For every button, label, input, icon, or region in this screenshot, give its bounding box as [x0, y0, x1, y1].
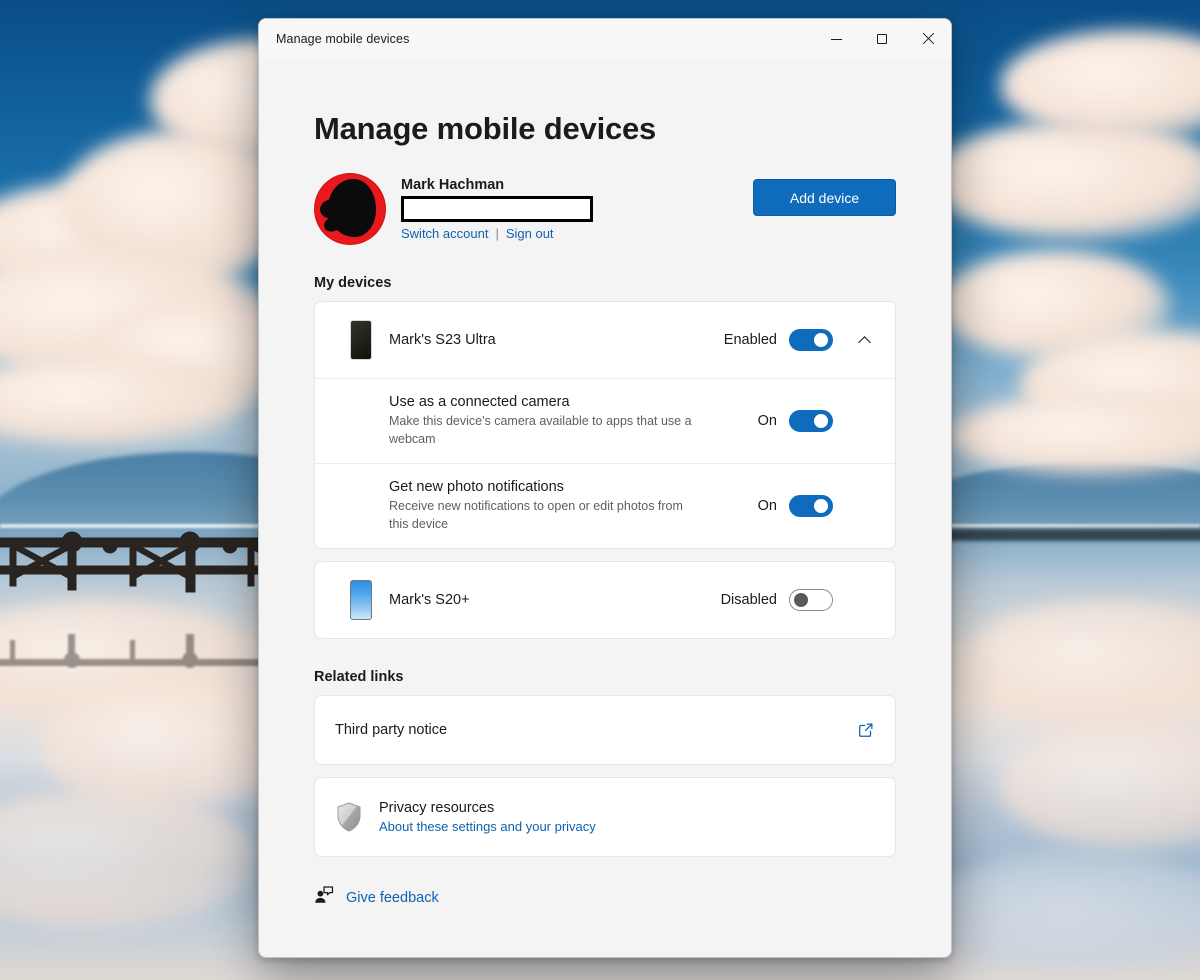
- setting-controls: On: [721, 410, 877, 432]
- window-title: Manage mobile devices: [276, 32, 410, 46]
- avatar[interactable]: [314, 173, 386, 245]
- device-info: Mark's S23 Ultra: [389, 332, 721, 348]
- phone-blue-icon: [333, 580, 389, 620]
- privacy-resources-card: Privacy resources About these settings a…: [314, 777, 896, 857]
- close-button[interactable]: [905, 19, 951, 59]
- device-card-s20-plus: Mark's S20+ Disabled: [314, 561, 896, 639]
- device-row[interactable]: Mark's S20+ Disabled: [315, 562, 895, 638]
- device-card-s23-ultra: Mark's S23 Ultra Enabled Use as a connec…: [314, 301, 896, 549]
- setting-title: Get new photo notifications: [389, 478, 564, 495]
- maximize-icon: [877, 34, 887, 44]
- setting-description: Receive new notifications to open or edi…: [389, 498, 683, 531]
- setting-toggle[interactable]: [789, 410, 833, 432]
- wallpaper-pier-reflection: [0, 634, 290, 668]
- link-separator: |: [495, 226, 499, 241]
- device-controls: Disabled: [721, 589, 877, 611]
- window-content: Manage mobile devices Mark Hachman Switc…: [259, 111, 951, 910]
- setting-title: Use as a connected camera: [389, 393, 570, 410]
- wallpaper-far-bank: [930, 529, 1200, 541]
- device-name: Mark's S20+: [389, 592, 470, 608]
- give-feedback-label: Give feedback: [346, 889, 439, 906]
- window-controls: [813, 19, 951, 59]
- privacy-title: Privacy resources: [379, 800, 495, 816]
- window-titlebar: Manage mobile devices: [259, 19, 951, 59]
- chevron-up-icon[interactable]: [851, 327, 877, 353]
- minimize-button[interactable]: [813, 19, 859, 59]
- setting-info: Use as a connected camera Make this devi…: [389, 394, 721, 448]
- maximize-button[interactable]: [859, 19, 905, 59]
- setting-description: Make this device's camera available to a…: [389, 413, 692, 446]
- feedback-icon: [314, 885, 334, 910]
- setting-toggle[interactable]: [789, 495, 833, 517]
- privacy-text: Privacy resources About these settings a…: [379, 800, 596, 834]
- privacy-resources-row[interactable]: Privacy resources About these settings a…: [315, 778, 895, 856]
- external-link-icon: [857, 721, 875, 739]
- account-name: Mark Hachman: [401, 177, 505, 193]
- setting-info: Get new photo notifications Receive new …: [389, 479, 721, 533]
- device-toggle[interactable]: [789, 589, 833, 611]
- my-devices-heading: My devices: [314, 275, 392, 291]
- privacy-link[interactable]: About these settings and your privacy: [379, 819, 596, 834]
- third-party-notice-row[interactable]: Third party notice: [315, 696, 895, 764]
- minimize-icon: [830, 38, 842, 40]
- app-window: Manage mobile devices Manage mobile devi…: [258, 18, 952, 958]
- switch-account-link[interactable]: Switch account: [401, 226, 488, 241]
- setting-row-connected-camera: Use as a connected camera Make this devi…: [315, 378, 895, 463]
- redacted-email-field: [401, 196, 593, 222]
- account-links: Switch account | Sign out: [401, 226, 593, 241]
- page-title: Manage mobile devices: [314, 111, 657, 146]
- third-party-notice-label: Third party notice: [335, 722, 448, 738]
- device-controls: Enabled: [721, 327, 877, 353]
- desktop-wallpaper: Manage mobile devices Manage mobile devi…: [0, 0, 1200, 980]
- give-feedback-row[interactable]: Give feedback: [314, 885, 896, 910]
- device-state-label: Enabled: [723, 332, 777, 348]
- setting-state-label: On: [757, 413, 777, 429]
- device-info: Mark's S20+: [389, 592, 721, 608]
- related-links-heading: Related links: [314, 669, 404, 685]
- setting-controls: On: [721, 495, 877, 517]
- setting-state-label: On: [757, 498, 777, 514]
- device-row[interactable]: Mark's S23 Ultra Enabled: [315, 302, 895, 378]
- account-details: Mark Hachman Switch account | Sign out: [401, 173, 593, 241]
- setting-row-photo-notifications: Get new photo notifications Receive new …: [315, 463, 895, 548]
- device-name: Mark's S23 Ultra: [389, 332, 496, 348]
- device-toggle[interactable]: [789, 329, 833, 351]
- sign-out-link[interactable]: Sign out: [506, 226, 554, 241]
- device-state-label: Disabled: [720, 592, 777, 608]
- phone-dark-icon: [333, 320, 389, 360]
- shield-icon: [335, 801, 363, 833]
- third-party-notice-card: Third party notice: [314, 695, 896, 765]
- close-icon: [922, 33, 934, 45]
- add-device-button[interactable]: Add device: [753, 179, 896, 216]
- account-section: Mark Hachman Switch account | Sign out A…: [314, 173, 896, 245]
